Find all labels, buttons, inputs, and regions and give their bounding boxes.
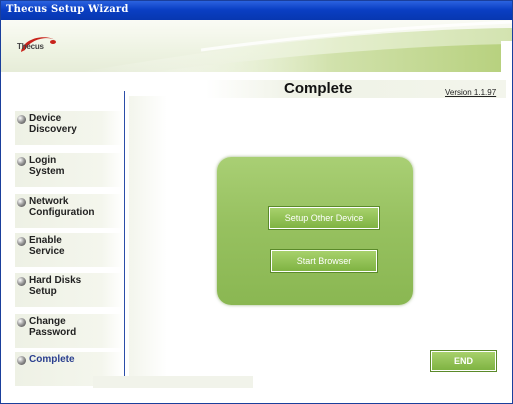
step-bullet-icon [17, 356, 26, 365]
step-bullet-icon [17, 198, 26, 207]
end-button[interactable]: END [430, 350, 497, 372]
setup-wizard-window: Thecus Setup Wizard Thecus Device Discov… [0, 0, 513, 404]
step-bullet-icon [17, 237, 26, 246]
logo-text: Thecus [17, 42, 44, 51]
banner-swoosh-graphic [81, 20, 512, 72]
sidebar-divider [124, 91, 125, 378]
sidebar-item-label: Device Discovery [29, 113, 77, 135]
sidebar-item-label: Login System [29, 155, 65, 177]
step-bullet-icon [17, 157, 26, 166]
sidebar-item-label: Hard Disks Setup [29, 275, 82, 297]
sidebar-item-change-password[interactable]: Change Password [15, 314, 123, 348]
sidebar-item-enable-service[interactable]: Enable Service [15, 233, 123, 267]
wizard-steps-sidebar: Device Discovery Login System Network Co… [15, 93, 125, 393]
sidebar-item-label: Complete [29, 354, 75, 365]
content-left-shade [129, 96, 167, 381]
action-panel [217, 157, 413, 305]
title-bar[interactable]: Thecus Setup Wizard [1, 1, 512, 20]
step-bullet-icon [17, 318, 26, 327]
page-title: Complete [284, 80, 353, 97]
sidebar-item-label: Enable Service [29, 235, 65, 257]
sidebar-item-hard-disks-setup[interactable]: Hard Disks Setup [15, 273, 123, 307]
step-bullet-icon [17, 115, 26, 124]
bottom-strip [93, 376, 253, 388]
sidebar-item-device-discovery[interactable]: Device Discovery [15, 111, 123, 145]
sidebar-item-login-system[interactable]: Login System [15, 153, 123, 187]
start-browser-button[interactable]: Start Browser [270, 249, 378, 273]
setup-other-device-button[interactable]: Setup Other Device [268, 206, 380, 230]
step-bullet-icon [17, 277, 26, 286]
sidebar-item-network-configuration[interactable]: Network Configuration [15, 194, 123, 228]
header-banner: Thecus [1, 20, 512, 72]
sidebar-item-label: Change Password [29, 316, 77, 338]
version-link[interactable]: Version 1.1.97 [445, 88, 496, 97]
window-title: Thecus Setup Wizard [6, 4, 129, 15]
sidebar-item-label: Network Configuration [29, 196, 95, 218]
